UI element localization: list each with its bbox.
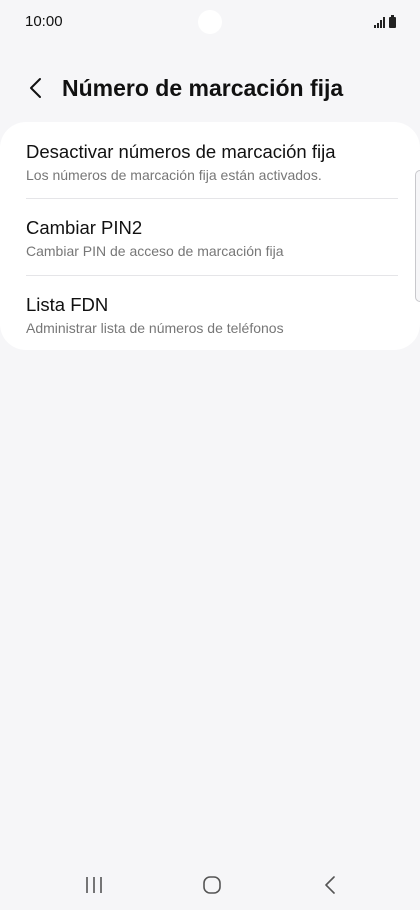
item-subtitle: Los números de marcación fija están acti…: [26, 167, 322, 183]
item-title: Desactivar números de marcación fija: [26, 141, 336, 162]
app-header: Número de marcación fija: [0, 64, 420, 112]
page-title: Número de marcación fija: [62, 75, 344, 101]
camera-cutout: [198, 10, 222, 34]
navigation-bar: [0, 860, 420, 910]
item-title: Cambiar PIN2: [26, 217, 143, 238]
battery-icon: [389, 15, 396, 28]
list-item-change-pin2[interactable]: Cambiar PIN2 Cambiar PIN de acceso de ma…: [0, 199, 420, 275]
home-icon: [203, 876, 221, 894]
item-subtitle: Cambiar PIN de acceso de marcación fija: [26, 243, 284, 259]
status-time: 10:00: [25, 13, 63, 30]
nav-back-button[interactable]: [310, 870, 350, 900]
list-item-disable-fdn[interactable]: Desactivar números de marcación fija Los…: [0, 122, 420, 198]
item-title: Lista FDN: [26, 294, 109, 315]
item-subtitle: Administrar lista de números de teléfono…: [26, 320, 284, 336]
back-icon: [325, 876, 335, 894]
list-item-fdn-list[interactable]: Lista FDN Administrar lista de números d…: [0, 276, 420, 352]
scrollbar[interactable]: [415, 170, 420, 302]
home-button[interactable]: [192, 870, 232, 900]
status-icons: [374, 14, 396, 28]
settings-card: Desactivar números de marcación fija Los…: [0, 122, 420, 350]
recent-apps-button[interactable]: [74, 870, 114, 900]
back-button[interactable]: [20, 72, 52, 104]
signal-icon: [374, 16, 385, 28]
status-bar: 10:00: [0, 0, 420, 46]
chevron-left-icon: [30, 78, 41, 98]
recent-apps-icon: [86, 877, 102, 893]
